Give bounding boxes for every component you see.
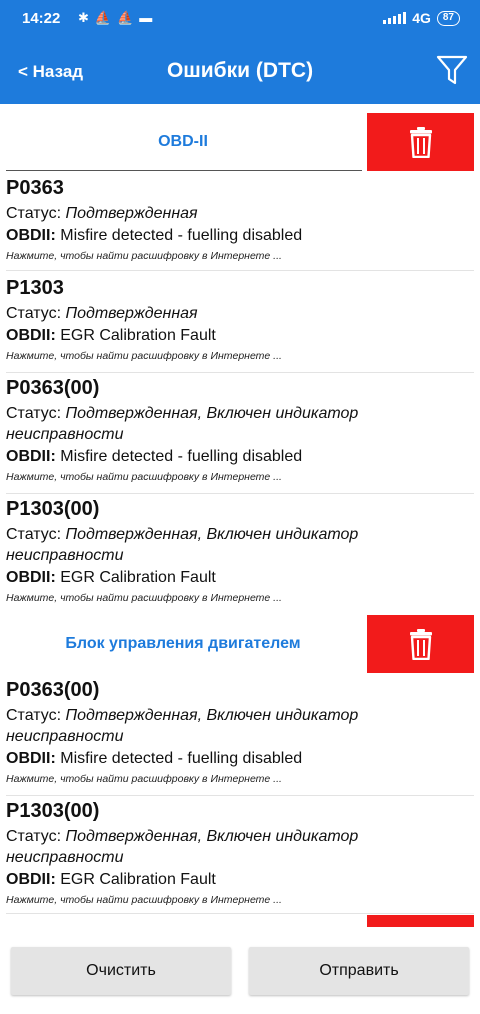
- status-bar: 14:22 ✱ ⛵ ⛵ ▬ 4G 87: [0, 0, 480, 38]
- status-label: Статус:: [6, 405, 62, 422]
- dtc-status: Статус: Подтвержденная, Включен индикато…: [6, 826, 474, 868]
- clear-button[interactable]: Очистить: [11, 947, 231, 995]
- page-title: Ошибки (DTC): [166, 59, 314, 82]
- battery-level: 87: [442, 11, 454, 23]
- source-label: OBDII:: [6, 871, 56, 888]
- list-item[interactable]: P0363(00) Статус: Подтвержденная, Включе…: [6, 376, 474, 494]
- trash-icon: [409, 629, 432, 660]
- dtc-description: OBDII: EGR Calibration Fault: [6, 568, 474, 588]
- signal-icon: [383, 12, 407, 24]
- search-hint: Нажмите, чтобы найти расшифровку в Интер…: [6, 350, 282, 362]
- dtc-code: P0363: [6, 177, 64, 199]
- notification-icons: ✱ ⛵ ⛵ ▬: [78, 10, 152, 26]
- list-item[interactable]: P1303(00) Статус: Подтвержденная, Включе…: [6, 799, 474, 914]
- dtc-description: OBDII: Misfire detected - fuelling disab…: [6, 447, 474, 467]
- source-label: OBDII:: [6, 750, 56, 767]
- battery-icon: 87: [436, 10, 460, 26]
- status-value: Подтвержденная: [65, 305, 198, 322]
- car-icon: ▬: [139, 10, 153, 25]
- sailboat-icon: ⛵: [117, 10, 134, 25]
- description-text: Misfire detected - fuelling disabled: [60, 227, 303, 244]
- status-label: Статус:: [6, 707, 62, 724]
- delete-button[interactable]: [367, 113, 474, 171]
- list-item[interactable]: P1303(00) Статус: Подтвержденная, Включе…: [6, 497, 474, 612]
- search-hint: Нажмите, чтобы найти расшифровку в Интер…: [6, 773, 282, 785]
- dtc-code: P1303: [6, 277, 64, 299]
- dtc-code: P1303(00): [6, 800, 100, 822]
- network-type: 4G: [412, 10, 431, 26]
- sailboat-icon: ⛵: [94, 10, 112, 25]
- description-text: Misfire detected - fuelling disabled: [60, 448, 303, 465]
- dtc-status: Статус: Подтвержденная, Включен индикато…: [6, 524, 474, 566]
- status-label: Статус:: [6, 828, 62, 845]
- status-time: 14:22: [22, 10, 61, 27]
- status-label: Статус:: [6, 305, 62, 322]
- app-bar: < Назад Ошибки (DTC): [0, 38, 480, 104]
- section-header-obd2: OBD-II: [0, 113, 480, 173]
- search-hint: Нажмите, чтобы найти расшифровку в Интер…: [6, 894, 282, 906]
- source-label: OBDII:: [6, 569, 56, 586]
- dtc-description: OBDII: Misfire detected - fuelling disab…: [6, 226, 474, 246]
- section-title: OBD-II: [158, 133, 208, 150]
- dtc-code: P1303(00): [6, 498, 100, 520]
- description-text: EGR Calibration Fault: [60, 569, 216, 586]
- trash-icon: [409, 127, 432, 158]
- search-hint: Нажмите, чтобы найти расшифровку в Интер…: [6, 592, 282, 604]
- description-text: Misfire detected - fuelling disabled: [60, 750, 303, 767]
- status-label: Статус:: [6, 205, 62, 222]
- divider: [6, 170, 362, 171]
- dtc-code: P0363(00): [6, 377, 100, 399]
- status-right: 4G 87: [383, 10, 460, 26]
- section-header-engine: Блок управления двигателем: [0, 615, 480, 675]
- dtc-description: OBDII: EGR Calibration Fault: [6, 870, 474, 890]
- send-button[interactable]: Отправить: [249, 947, 469, 995]
- delete-button[interactable]: [367, 615, 474, 673]
- description-text: EGR Calibration Fault: [60, 871, 216, 888]
- filter-button[interactable]: [432, 50, 472, 90]
- dtc-status: Статус: Подтвержденная, Включен индикато…: [6, 705, 474, 747]
- section-title: Блок управления двигателем: [65, 635, 301, 652]
- delete-button[interactable]: [367, 915, 474, 927]
- dtc-status: Статус: Подтвержденная: [6, 203, 474, 224]
- status-label: Статус:: [6, 526, 62, 543]
- filter-icon: [436, 55, 468, 85]
- status-value: Подтвержденная: [65, 205, 198, 222]
- description-text: EGR Calibration Fault: [60, 327, 216, 344]
- source-label: OBDII:: [6, 448, 56, 465]
- list-item[interactable]: P0363 Статус: Подтвержденная OBDII: Misf…: [6, 176, 474, 271]
- dtc-status: Статус: Подтвержденная, Включен индикато…: [6, 403, 474, 445]
- search-hint: Нажмите, чтобы найти расшифровку в Интер…: [6, 250, 282, 262]
- dtc-code: P0363(00): [6, 679, 100, 701]
- source-label: OBDII:: [6, 227, 56, 244]
- dtc-status: Статус: Подтвержденная: [6, 303, 474, 324]
- list-item[interactable]: P0363(00) Статус: Подтвержденная, Включе…: [6, 678, 474, 796]
- source-label: OBDII:: [6, 327, 56, 344]
- search-hint: Нажмите, чтобы найти расшифровку в Интер…: [6, 471, 282, 483]
- bluetooth-icon: ✱: [78, 10, 89, 25]
- list-item[interactable]: P1303 Статус: Подтвержденная OBDII: EGR …: [6, 276, 474, 373]
- dtc-description: OBDII: EGR Calibration Fault: [6, 326, 474, 346]
- dtc-description: OBDII: Misfire detected - fuelling disab…: [6, 749, 474, 769]
